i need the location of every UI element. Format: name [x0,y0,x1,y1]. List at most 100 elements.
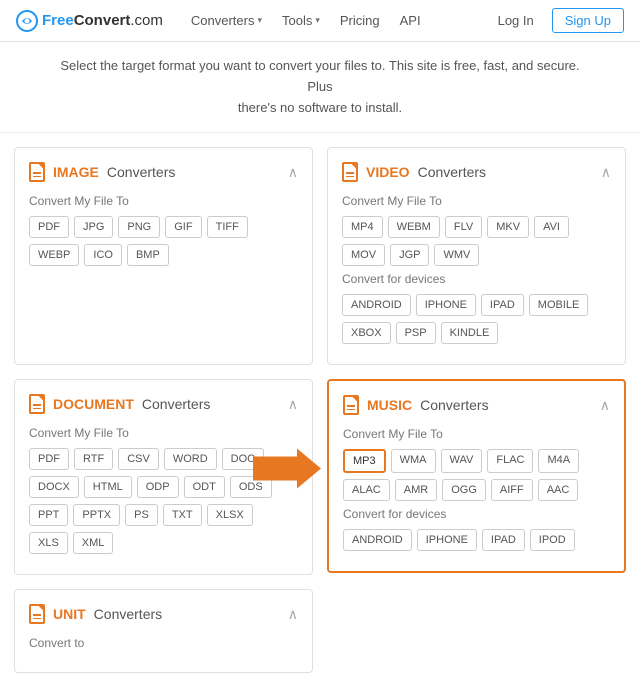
document-collapse-icon[interactable]: ∧ [288,396,298,413]
doc-odp[interactable]: ODP [137,476,179,498]
video-converter-box: VIDEO Converters ∧ Convert My File To MP… [327,147,626,365]
image-formats: PDF JPG PNG GIF TIFF [29,216,298,238]
video-file-icon [342,162,358,182]
format-wma[interactable]: WMA [391,449,436,473]
device-android[interactable]: ANDROID [342,294,411,316]
format-m4a[interactable]: M4A [538,449,579,473]
nav-pricing[interactable]: Pricing [332,9,388,32]
document-formats-row3: PPT PPTX PS TXT XLSX [29,504,298,526]
doc-txt[interactable]: TXT [163,504,202,526]
format-mkv[interactable]: MKV [487,216,529,238]
doc-pdf[interactable]: PDF [29,448,69,470]
converters-dropdown-icon: ▾ [257,15,262,26]
video-box-title: VIDEO Converters [342,162,486,182]
format-mov[interactable]: MOV [342,244,385,266]
music-devices-row1: ANDROID IPHONE IPAD IPOD [343,529,610,551]
device-xbox[interactable]: XBOX [342,322,391,344]
device-mobile[interactable]: MOBILE [529,294,589,316]
format-mp4[interactable]: MP4 [342,216,383,238]
doc-xls[interactable]: XLS [29,532,68,554]
doc-csv[interactable]: CSV [118,448,159,470]
format-amr[interactable]: AMR [395,479,437,501]
header-auth: Log In Sign Up [490,8,624,33]
format-mp3[interactable]: MP3 [343,449,386,473]
format-wav[interactable]: WAV [441,449,483,473]
video-devices-row1: ANDROID IPHONE IPAD MOBILE [342,294,611,316]
orange-arrow-svg [253,448,321,488]
converter-grid: IMAGE Converters ∧ Convert My File To PD… [0,133,640,687]
image-box-header: IMAGE Converters ∧ [29,162,298,182]
format-webm[interactable]: WEBM [388,216,440,238]
doc-html[interactable]: HTML [84,476,132,498]
doc-word[interactable]: WORD [164,448,217,470]
main-nav: Converters ▾ Tools ▾ Pricing API [183,9,490,32]
music-box-title: MUSIC Converters [343,395,489,415]
format-avi[interactable]: AVI [534,216,569,238]
doc-xlsx[interactable]: XLSX [207,504,253,526]
video-devices-label: Convert for devices [342,272,611,286]
nav-tools[interactable]: Tools ▾ [274,9,328,32]
unit-box-header: UNIT Converters ∧ [29,604,298,624]
format-bmp[interactable]: BMP [127,244,169,266]
doc-xml[interactable]: XML [73,532,114,554]
image-collapse-icon[interactable]: ∧ [288,164,298,181]
image-converter-box: IMAGE Converters ∧ Convert My File To PD… [14,147,313,365]
device-psp[interactable]: PSP [396,322,436,344]
music-devices-label: Convert for devices [343,507,610,521]
music-device-ipod[interactable]: IPOD [530,529,575,551]
video-section-label: Convert My File To [342,194,611,208]
format-webp[interactable]: WEBP [29,244,79,266]
music-device-android[interactable]: ANDROID [343,529,412,551]
format-tiff[interactable]: TIFF [207,216,248,238]
music-device-ipad[interactable]: IPAD [482,529,525,551]
device-iphone[interactable]: IPHONE [416,294,476,316]
image-box-title: IMAGE Converters [29,162,175,182]
document-file-icon [29,394,45,414]
login-button[interactable]: Log In [490,9,542,32]
music-formats-row2: ALAC AMR OGG AIFF AAC [343,479,610,501]
document-section-label: Convert My File To [29,426,298,440]
format-pdf[interactable]: PDF [29,216,69,238]
device-ipad[interactable]: IPAD [481,294,524,316]
logo[interactable]: FreeConvert.com [16,10,163,32]
format-png[interactable]: PNG [118,216,160,238]
tools-dropdown-icon: ▾ [315,15,320,26]
header: FreeConvert.com Converters ▾ Tools ▾ Pri… [0,0,640,42]
format-wmv[interactable]: WMV [434,244,479,266]
format-ico[interactable]: ICO [84,244,122,266]
device-kindle[interactable]: KINDLE [441,322,499,344]
format-alac[interactable]: ALAC [343,479,390,501]
signup-button[interactable]: Sign Up [552,8,624,33]
doc-docx[interactable]: DOCX [29,476,79,498]
doc-rtf[interactable]: RTF [74,448,113,470]
format-aiff[interactable]: AIFF [491,479,533,501]
nav-converters[interactable]: Converters ▾ [183,9,270,32]
format-gif[interactable]: GIF [165,216,201,238]
unit-collapse-icon[interactable]: ∧ [288,606,298,623]
doc-ps[interactable]: PS [125,504,158,526]
logo-icon [16,10,38,32]
document-formats-row4: XLS XML [29,532,298,554]
music-device-iphone[interactable]: IPHONE [417,529,477,551]
image-formats-row2: WEBP ICO BMP [29,244,298,266]
music-collapse-icon[interactable]: ∧ [600,397,610,414]
doc-ppt[interactable]: PPT [29,504,68,526]
document-box-title: DOCUMENT Converters [29,394,210,414]
image-section-label: Convert My File To [29,194,298,208]
unit-section-label: Convert to [29,636,298,650]
format-flac[interactable]: FLAC [487,449,533,473]
unit-file-icon [29,604,45,624]
format-aac[interactable]: AAC [538,479,579,501]
unit-converter-box: UNIT Converters ∧ Convert to [14,589,313,673]
nav-api[interactable]: API [392,9,429,32]
video-box-header: VIDEO Converters ∧ [342,162,611,182]
format-flv[interactable]: FLV [445,216,482,238]
video-collapse-icon[interactable]: ∧ [601,164,611,181]
doc-pptx[interactable]: PPTX [73,504,120,526]
video-formats-row1: MP4 WEBM FLV MKV AVI [342,216,611,238]
format-jgp[interactable]: JGP [390,244,429,266]
music-box-header: MUSIC Converters ∧ [343,395,610,415]
format-jpg[interactable]: JPG [74,216,113,238]
doc-odt[interactable]: ODT [184,476,225,498]
format-ogg[interactable]: OGG [442,479,486,501]
